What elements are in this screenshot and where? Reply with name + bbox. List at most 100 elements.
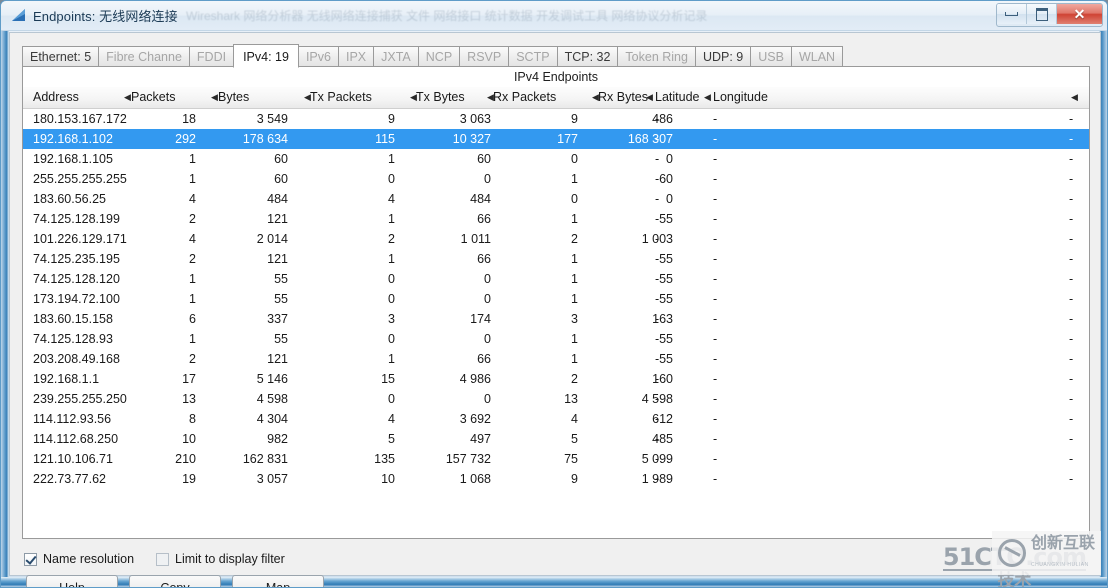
- endpoints-table-panel: IPv4 Endpoints Address ◀ Packets ◀ Bytes ◀ Tx …: [22, 66, 1090, 539]
- copy-button[interactable]: Copy: [129, 575, 221, 587]
- table-row[interactable]: 74.125.128.93 1 55 0 0 1 55- - -: [23, 329, 1089, 349]
- cell-tx_packets: 4: [388, 412, 395, 426]
- tab-rsvp: RSVP: [459, 46, 510, 67]
- table-row[interactable]: 173.194.72.100 1 55 0 0 1 55- - -: [23, 289, 1089, 309]
- cell-bytes: 4 598: [256, 392, 288, 406]
- column-header-latitude[interactable]: Latitude: [655, 87, 699, 108]
- cell-rx_packets: 4: [571, 412, 578, 426]
- cell-bytes: 121: [267, 352, 288, 366]
- help-button[interactable]: Help: [26, 575, 118, 587]
- cell-packets: 1: [189, 332, 196, 346]
- sort-arrow-packets[interactable]: ◀: [124, 87, 131, 108]
- tab-ethernet-5[interactable]: Ethernet: 5: [22, 46, 100, 67]
- cell-tx_packets: 10: [381, 472, 395, 486]
- table-row[interactable]: 192.168.1.1 17 5 146 15 4 986 2 160- - -: [23, 369, 1089, 389]
- column-header-address[interactable]: Address: [33, 87, 79, 108]
- cell-tx_packets: 0: [388, 172, 395, 186]
- sort-arrow-bytes[interactable]: ◀: [211, 87, 218, 108]
- tab-ipx: IPX: [337, 46, 375, 67]
- column-header-packets[interactable]: Packets: [131, 87, 175, 108]
- cell-packets: 8: [189, 412, 196, 426]
- table-row[interactable]: 203.208.49.168 2 121 1 66 1 55- - -: [23, 349, 1089, 369]
- cell-packets: 1: [189, 272, 196, 286]
- table-row[interactable]: 183.60.15.158 6 337 3 174 3 163- - -: [23, 309, 1089, 329]
- cell-rx_packets: 9: [571, 112, 578, 126]
- cell-longitude-end: -: [1069, 232, 1074, 246]
- name-resolution-checkbox[interactable]: Name resolution: [24, 552, 134, 566]
- table-row[interactable]: 255.255.255.255 1 60 0 0 1 60- - -: [23, 169, 1089, 189]
- tab-ncp: NCP: [417, 46, 461, 67]
- cell-rx_packets: 3: [571, 312, 578, 326]
- limit-to-display-filter-label: Limit to display filter: [175, 552, 285, 566]
- window-frame-left-edge: [1, 1, 9, 587]
- footer-buttons: Help Copy Map: [26, 575, 335, 587]
- close-button[interactable]: ✕: [1057, 4, 1102, 24]
- limit-to-display-filter-checkbox[interactable]: Limit to display filter: [156, 552, 285, 566]
- cell-tx_packets: 2: [388, 232, 395, 246]
- table-row[interactable]: 74.125.128.120 1 55 0 0 1 55- - -: [23, 269, 1089, 289]
- cell-rx_packets: 1: [571, 252, 578, 266]
- table-row[interactable]: 74.125.235.195 2 121 1 66 1 55- - -: [23, 249, 1089, 269]
- column-header-longitude[interactable]: Longitude: [713, 87, 768, 108]
- tab-fibre-channe: Fibre Channe: [98, 46, 190, 67]
- table-row[interactable]: 183.60.56.25 4 484 4 484 0 0- - -: [23, 189, 1089, 209]
- table-caption: IPv4 Endpoints: [23, 67, 1089, 87]
- cell-tx_packets: 1: [388, 152, 395, 166]
- cell-bytes: 121: [267, 212, 288, 226]
- cell-longitude-end: -: [1069, 412, 1074, 426]
- watermark-51cto-top: 51CTO.com: [942, 543, 1087, 571]
- cell-tx_packets: 0: [388, 272, 395, 286]
- cell-longitude-end: -: [1069, 132, 1074, 146]
- tab-tcp-32[interactable]: TCP: 32: [556, 46, 619, 67]
- protocol-tab-strip: Ethernet: 5 Fibre Channe FDDI IPv4: 19 IPv6 I…: [22, 44, 844, 68]
- cell-packets: 292: [175, 132, 196, 146]
- endpoints-dialog: Ethernet: 5 Fibre Channe FDDI IPv4: 19 IPv6 I…: [9, 32, 1101, 587]
- cell-longitude-end: -: [1069, 292, 1074, 306]
- cell-bytes: 60: [274, 152, 288, 166]
- table-row[interactable]: 192.168.1.105 1 60 1 60 0 0- - -: [23, 149, 1089, 169]
- table-row[interactable]: 114.112.68.250 10 982 5 497 5 485- - -: [23, 429, 1089, 449]
- table-row[interactable]: 121.10.106.71 210 162 831 135 157 732 75 5 099…: [23, 449, 1089, 469]
- table-row[interactable]: 192.168.1.102 292 178 634 115 10 327 177 168 3…: [23, 129, 1089, 149]
- cell-longitude-end: -: [1069, 172, 1074, 186]
- cell-longitude-end: -: [1069, 192, 1074, 206]
- cell-tx_packets: 115: [375, 132, 395, 146]
- cell-longitude-end: -: [1069, 372, 1074, 386]
- cell-tx_packets: 1: [388, 252, 395, 266]
- column-header-tx-bytes[interactable]: Tx Bytes: [416, 87, 465, 108]
- table-row[interactable]: 239.255.255.250 13 4 598 0 0 13 4 598- - -: [23, 389, 1089, 409]
- column-header-rx-bytes[interactable]: Rx Bytes: [598, 87, 648, 108]
- maximize-button[interactable]: [1027, 4, 1057, 24]
- column-header-bytes[interactable]: Bytes: [218, 87, 249, 108]
- minimize-icon: [1005, 12, 1018, 16]
- cell-longitude-end: -: [1069, 252, 1074, 266]
- maximize-icon: [1035, 7, 1048, 21]
- tab-sctp: SCTP: [508, 46, 558, 67]
- table-row[interactable]: 222.73.77.62 19 3 057 10 1 068 9 1 989- - -: [23, 469, 1089, 489]
- tab-udp-9[interactable]: UDP: 9: [694, 46, 752, 67]
- sort-arrow-latitude[interactable]: ◀: [646, 87, 653, 108]
- cell-tx_packets: 5: [388, 432, 395, 446]
- title-bar[interactable]: Wireshark 网络分析器 无线网络连接捕获 文件 网络接口 统计数据 开发…: [1, 1, 1107, 31]
- cell-packets: 1: [189, 172, 196, 186]
- cell-rx_packets: 1: [571, 332, 578, 346]
- table-row[interactable]: 74.125.128.199 2 121 1 66 1 55- - -: [23, 209, 1089, 229]
- table-row[interactable]: 114.112.93.56 8 4 304 4 3 692 4 612- - -: [23, 409, 1089, 429]
- map-button[interactable]: Map: [232, 575, 324, 587]
- table-row[interactable]: 101.226.129.171 4 2 014 2 1 011 2 1 003- - -: [23, 229, 1089, 249]
- cell-rx_packets: 5: [571, 432, 578, 446]
- minimize-button[interactable]: [997, 4, 1027, 24]
- cell-longitude-end: -: [1069, 272, 1074, 286]
- tab-jxta: JXTA: [373, 46, 419, 67]
- cell-rx_packets: 1: [571, 212, 578, 226]
- column-header-rx-packets[interactable]: Rx Packets: [493, 87, 556, 108]
- cell-bytes: 337: [267, 312, 288, 326]
- tab-ipv4-19[interactable]: IPv4: 19: [233, 44, 299, 68]
- sort-arrow-longitude[interactable]: ◀: [704, 87, 711, 108]
- cell-longitude: -: [713, 472, 718, 486]
- column-header-tx-packets[interactable]: Tx Packets: [310, 87, 372, 108]
- sort-arrow-end[interactable]: ◀: [1071, 87, 1078, 108]
- cell-longitude: -: [713, 192, 718, 206]
- cell-rx_packets: 1: [571, 272, 578, 286]
- table-row[interactable]: 180.153.167.172 18 3 549 9 3 063 9 486- - -: [23, 109, 1089, 129]
